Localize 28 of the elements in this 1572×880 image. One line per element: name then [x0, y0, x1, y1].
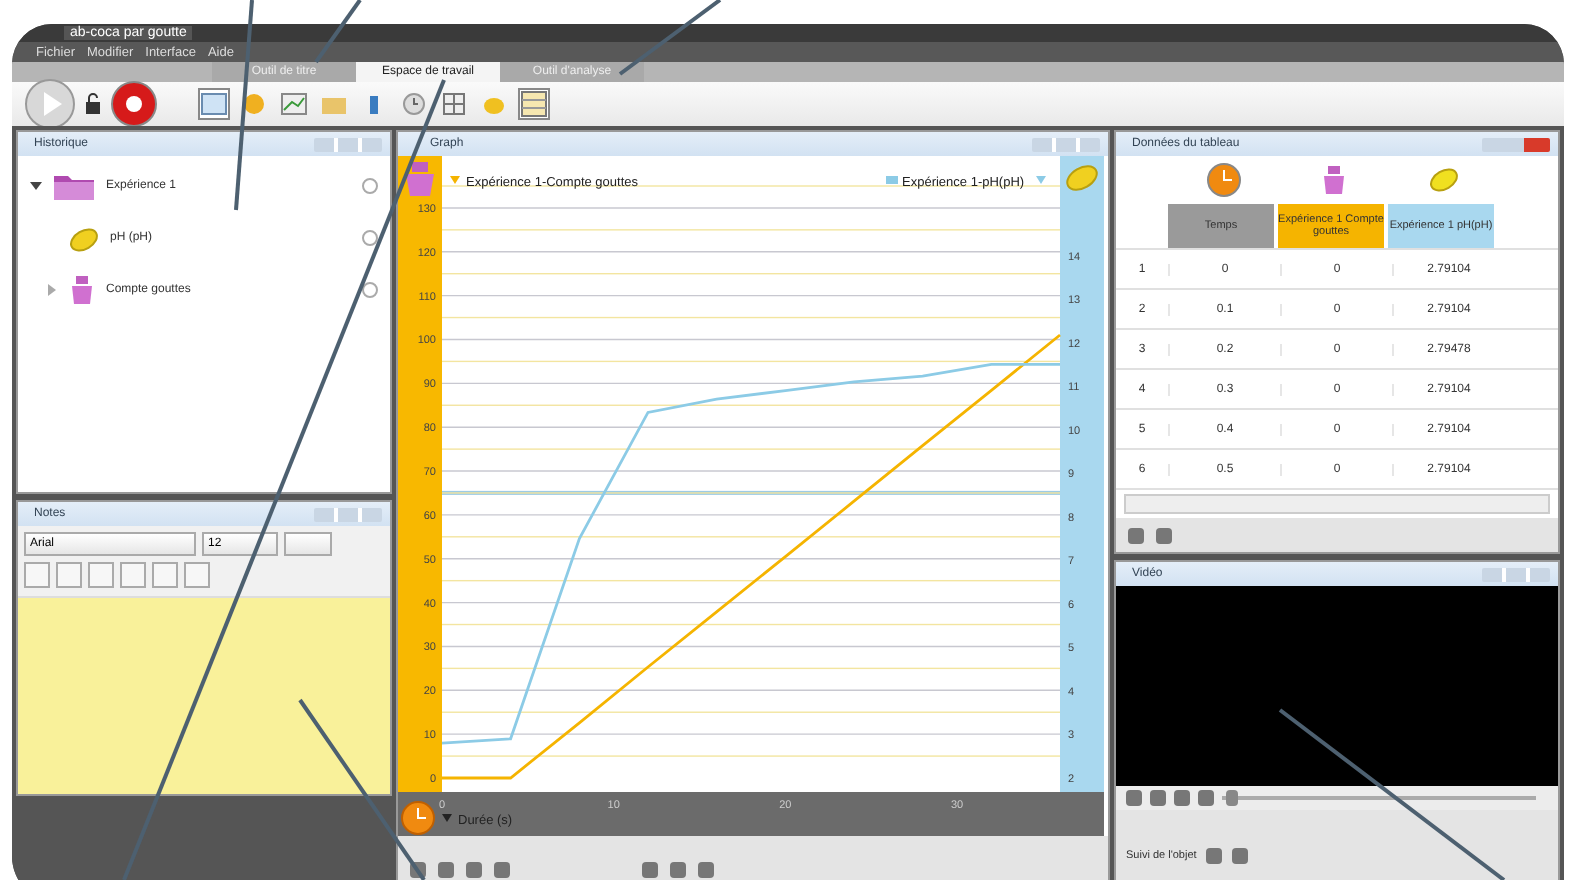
add-icon[interactable] [362, 230, 378, 246]
clock-icon [401, 801, 435, 835]
window-icon[interactable] [198, 88, 230, 120]
grid-icon[interactable] [438, 88, 470, 120]
lock-icon[interactable] [84, 92, 102, 116]
clock-icon[interactable] [398, 88, 430, 120]
add-icon[interactable] [362, 282, 378, 298]
leader-line [314, 0, 362, 64]
scroll-bar[interactable] [1124, 494, 1550, 514]
caret-icon[interactable] [442, 814, 452, 822]
leader-line [618, 0, 722, 76]
clock-icon [1205, 162, 1241, 198]
record-button[interactable] [110, 80, 158, 128]
note-field[interactable] [18, 596, 390, 794]
lemon-icon [1427, 166, 1459, 194]
lemon-icon [68, 224, 100, 252]
dropper-pot-icon [68, 274, 96, 306]
align-dropdown[interactable] [284, 532, 332, 556]
legend-swatch [886, 176, 898, 184]
slider-thumb[interactable] [1226, 790, 1239, 806]
expander-icon[interactable] [30, 180, 42, 192]
window-controls-icon[interactable] [1482, 137, 1550, 151]
lemon-icon [1066, 165, 1098, 191]
chart-icon[interactable] [278, 88, 310, 120]
dropper-pot-icon [1321, 164, 1345, 196]
table-icon[interactable] [518, 88, 550, 120]
play-button[interactable] [24, 78, 76, 130]
dropper-pot-icon [406, 162, 434, 196]
